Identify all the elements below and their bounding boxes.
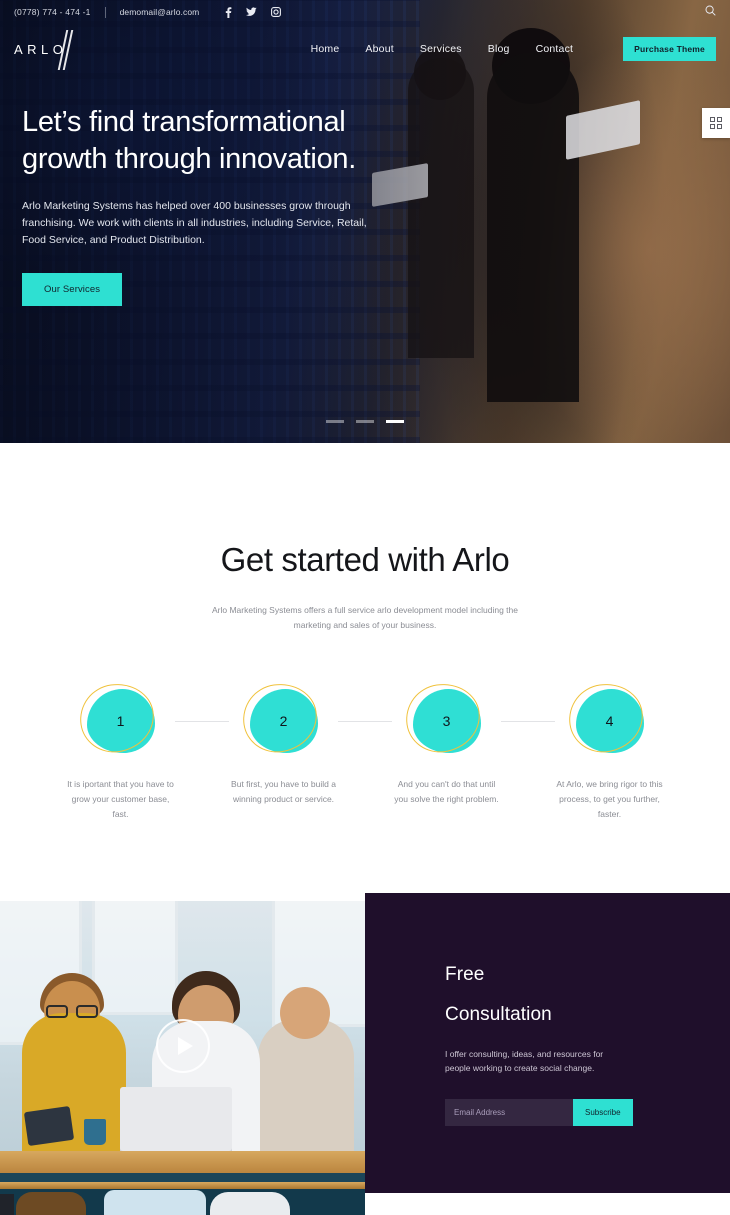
window-pane-2 [92,901,178,1016]
person-3-head [280,987,330,1040]
our-services-button[interactable]: Our Services [22,272,123,306]
hero-heading: Let’s find transformational growth throu… [22,104,462,178]
hero-paragraph: Arlo Marketing Systems has helped over 4… [22,199,367,246]
instagram-icon[interactable] [271,7,282,17]
hero-heading-line-2: growth through innovation. [22,142,356,175]
step-item-4: 4 At Arlo, we bring rigor to this proces… [528,687,691,822]
nav-item-blog[interactable]: Blog [488,43,510,55]
slider-dot-3-active[interactable] [386,420,404,423]
get-started-section: Get started with Arlo Arlo Marketing Sys… [0,443,730,822]
bottom-shape-4 [0,1194,14,1215]
grid-icon[interactable] [702,108,730,138]
search-icon[interactable] [705,5,716,19]
logo-slash-mark [57,29,74,70]
page-title: Get started with Arlo [220,541,510,578]
hero-slider-dots [0,420,730,423]
facebook-icon[interactable] [225,6,232,18]
step-text-4: At Arlo, we bring rigor to this process,… [556,778,663,819]
consultation-section: Free Consultation I offer consulting, id… [0,893,730,1194]
nav-item-services[interactable]: Services [420,43,462,55]
slider-dot-2[interactable] [356,420,374,423]
main-header: ARLO Home About Services Blog Contact Pu… [0,29,730,70]
nav-item-home[interactable]: Home [311,43,340,55]
person-3 [258,1019,354,1170]
laptop-prop [120,1087,232,1154]
bottom-desk-edge [0,1182,365,1189]
play-triangle [178,1037,193,1055]
step-badge-1: 1 [39,687,229,755]
twitter-icon[interactable] [246,7,257,17]
step-badge-4: 4 [528,687,691,755]
play-icon[interactable] [156,1019,210,1073]
social-links [225,6,282,18]
subscribe-form: Subscribe [445,1099,633,1127]
grid-icon-glyph [710,117,722,129]
desk-surface [0,1151,365,1176]
bottom-shape-3 [210,1192,290,1215]
email-address-link[interactable]: demomail@arlo.com [120,7,200,17]
step-number-3: 3 [442,712,451,729]
consultation-title-line-1: Free [445,964,485,986]
step-item-2: 2 But first, you have to build a winning… [202,687,392,807]
page-bottom-image-sliver [0,1182,365,1215]
hero-content: Let’s find transformational growth throu… [22,104,462,306]
email-field[interactable] [445,1099,573,1127]
step-text-2: But first, you have to build a winning p… [231,778,336,804]
hero-section: (0778) 774 - 474 -1 demomail@arlo.com AR… [0,0,730,443]
step-item-3: 3 And you can't do that until you solve … [365,687,555,807]
hero-heading-line-1: Let’s find transformational [22,106,346,138]
section-subtitle: Arlo Marketing Systems offers a full ser… [212,605,518,630]
nav-item-contact[interactable]: Contact [536,43,574,55]
nav-item-about[interactable]: About [365,43,393,55]
mug-prop [84,1119,106,1146]
tablet-prop [23,1106,75,1147]
top-utility-bar: (0778) 774 - 474 -1 demomail@arlo.com [0,0,730,24]
site-logo[interactable]: ARLO [14,29,74,70]
purchase-theme-button[interactable]: Purchase Theme [623,37,716,61]
slider-dot-1[interactable] [326,420,344,423]
step-badge-2: 2 [202,687,392,755]
step-badge-3: 3 [365,687,555,755]
bottom-shape-1 [16,1192,86,1215]
consultation-title-line-2: Consultation [445,1004,552,1026]
step-text-1: It is iportant that you have to grow you… [67,778,174,819]
step-number-1: 1 [116,712,125,729]
phone-number[interactable]: (0778) 774 - 474 -1 [14,7,91,17]
bottom-shape-2 [104,1190,206,1215]
consultation-panel: Free Consultation I offer consulting, id… [365,893,730,1194]
step-text-3: And you can't do that until you solve th… [394,778,499,804]
steps-list: 1 It is iportant that you have to grow y… [0,687,730,822]
page-bottom-panel-sliver [365,1182,730,1188]
step-item-1: 1 It is iportant that you have to grow y… [39,687,229,822]
topbar-divider [104,6,106,18]
glasses-icon [46,1005,100,1019]
subscribe-button[interactable]: Subscribe [573,1099,633,1127]
step-number-4: 4 [605,712,614,729]
primary-navigation: Home About Services Blog Contact Purchas… [311,37,716,61]
consultation-description: I offer consulting, ideas, and resources… [445,1049,604,1074]
step-number-2: 2 [279,712,288,729]
